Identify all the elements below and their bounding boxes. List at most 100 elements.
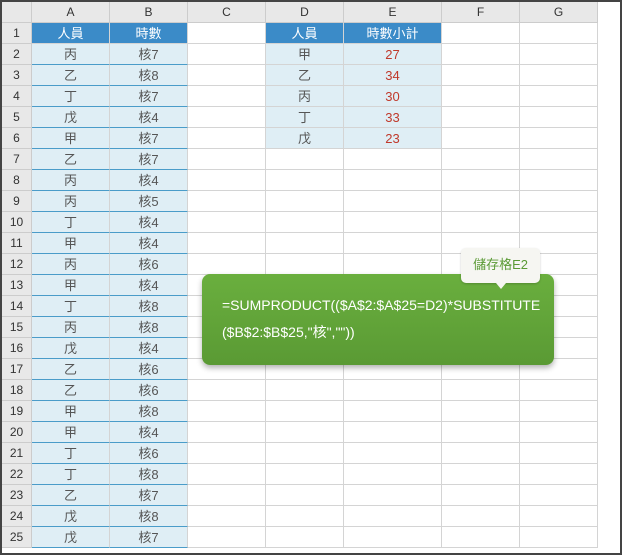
cell-G24[interactable] xyxy=(520,506,598,527)
cell-D18[interactable] xyxy=(266,380,344,401)
cell-E20[interactable] xyxy=(344,422,442,443)
cell-E2[interactable]: 27 xyxy=(344,44,442,65)
row-header-1[interactable]: 1 xyxy=(2,23,32,44)
cell-G18[interactable] xyxy=(520,380,598,401)
cell-B16[interactable]: 核4 xyxy=(110,338,188,359)
cell-D9[interactable] xyxy=(266,191,344,212)
cell-B18[interactable]: 核6 xyxy=(110,380,188,401)
cell-F22[interactable] xyxy=(442,464,520,485)
cell-B9[interactable]: 核5 xyxy=(110,191,188,212)
cell-D6[interactable]: 戊 xyxy=(266,128,344,149)
cell-C6[interactable] xyxy=(188,128,266,149)
row-header-2[interactable]: 2 xyxy=(2,44,32,65)
cell-E4[interactable]: 30 xyxy=(344,86,442,107)
cell-F18[interactable] xyxy=(442,380,520,401)
cell-A5[interactable]: 戊 xyxy=(32,107,110,128)
row-header-23[interactable]: 23 xyxy=(2,485,32,506)
cell-E24[interactable] xyxy=(344,506,442,527)
row-header-20[interactable]: 20 xyxy=(2,422,32,443)
cell-D12[interactable] xyxy=(266,254,344,275)
cell-A19[interactable]: 甲 xyxy=(32,401,110,422)
cell-B22[interactable]: 核8 xyxy=(110,464,188,485)
cell-G4[interactable] xyxy=(520,86,598,107)
cell-B8[interactable]: 核4 xyxy=(110,170,188,191)
cell-F5[interactable] xyxy=(442,107,520,128)
cell-C4[interactable] xyxy=(188,86,266,107)
cell-G9[interactable] xyxy=(520,191,598,212)
cell-A4[interactable]: 丁 xyxy=(32,86,110,107)
cell-B3[interactable]: 核8 xyxy=(110,65,188,86)
cell-D24[interactable] xyxy=(266,506,344,527)
cell-F3[interactable] xyxy=(442,65,520,86)
row-header-6[interactable]: 6 xyxy=(2,128,32,149)
cell-G10[interactable] xyxy=(520,212,598,233)
cell-A2[interactable]: 丙 xyxy=(32,44,110,65)
cell-B5[interactable]: 核4 xyxy=(110,107,188,128)
cell-A14[interactable]: 丁 xyxy=(32,296,110,317)
cell-D5[interactable]: 丁 xyxy=(266,107,344,128)
row-header-5[interactable]: 5 xyxy=(2,107,32,128)
cell-B17[interactable]: 核6 xyxy=(110,359,188,380)
cell-C12[interactable] xyxy=(188,254,266,275)
cell-C18[interactable] xyxy=(188,380,266,401)
row-header-7[interactable]: 7 xyxy=(2,149,32,170)
cell-F21[interactable] xyxy=(442,443,520,464)
cell-A23[interactable]: 乙 xyxy=(32,485,110,506)
cell-F23[interactable] xyxy=(442,485,520,506)
cell-D7[interactable] xyxy=(266,149,344,170)
row-header-25[interactable]: 25 xyxy=(2,527,32,548)
cell-E22[interactable] xyxy=(344,464,442,485)
col-header-A[interactable]: A xyxy=(32,2,110,23)
col-header-D[interactable]: D xyxy=(266,2,344,23)
cell-E21[interactable] xyxy=(344,443,442,464)
cell-F25[interactable] xyxy=(442,527,520,548)
cell-B12[interactable]: 核6 xyxy=(110,254,188,275)
cell-D8[interactable] xyxy=(266,170,344,191)
cell-E5[interactable]: 33 xyxy=(344,107,442,128)
cell-A21[interactable]: 丁 xyxy=(32,443,110,464)
cell-E19[interactable] xyxy=(344,401,442,422)
cell-E7[interactable] xyxy=(344,149,442,170)
cell-D20[interactable] xyxy=(266,422,344,443)
cell-A20[interactable]: 甲 xyxy=(32,422,110,443)
cell-C20[interactable] xyxy=(188,422,266,443)
row-header-19[interactable]: 19 xyxy=(2,401,32,422)
cell-D2[interactable]: 甲 xyxy=(266,44,344,65)
cell-A16[interactable]: 戊 xyxy=(32,338,110,359)
cell-C7[interactable] xyxy=(188,149,266,170)
cell-F7[interactable] xyxy=(442,149,520,170)
cell-F6[interactable] xyxy=(442,128,520,149)
cell-G6[interactable] xyxy=(520,128,598,149)
row-header-9[interactable]: 9 xyxy=(2,191,32,212)
cell-F20[interactable] xyxy=(442,422,520,443)
cell-C9[interactable] xyxy=(188,191,266,212)
cell-E11[interactable] xyxy=(344,233,442,254)
cell-E12[interactable] xyxy=(344,254,442,275)
cell-E25[interactable] xyxy=(344,527,442,548)
cell-F4[interactable] xyxy=(442,86,520,107)
row-header-3[interactable]: 3 xyxy=(2,65,32,86)
cell-A12[interactable]: 丙 xyxy=(32,254,110,275)
row-header-14[interactable]: 14 xyxy=(2,296,32,317)
cell-B14[interactable]: 核8 xyxy=(110,296,188,317)
cell-C25[interactable] xyxy=(188,527,266,548)
cell-B2[interactable]: 核7 xyxy=(110,44,188,65)
cell-G22[interactable] xyxy=(520,464,598,485)
cell-C22[interactable] xyxy=(188,464,266,485)
cell-D23[interactable] xyxy=(266,485,344,506)
cell-F1[interactable] xyxy=(442,23,520,44)
cell-B20[interactable]: 核4 xyxy=(110,422,188,443)
cell-A24[interactable]: 戊 xyxy=(32,506,110,527)
cell-A11[interactable]: 甲 xyxy=(32,233,110,254)
cell-B15[interactable]: 核8 xyxy=(110,317,188,338)
cell-B23[interactable]: 核7 xyxy=(110,485,188,506)
cell-C10[interactable] xyxy=(188,212,266,233)
row-header-24[interactable]: 24 xyxy=(2,506,32,527)
cell-E10[interactable] xyxy=(344,212,442,233)
cell-F8[interactable] xyxy=(442,170,520,191)
cell-D10[interactable] xyxy=(266,212,344,233)
cell-C8[interactable] xyxy=(188,170,266,191)
row-header-4[interactable]: 4 xyxy=(2,86,32,107)
cell-C24[interactable] xyxy=(188,506,266,527)
cell-C3[interactable] xyxy=(188,65,266,86)
